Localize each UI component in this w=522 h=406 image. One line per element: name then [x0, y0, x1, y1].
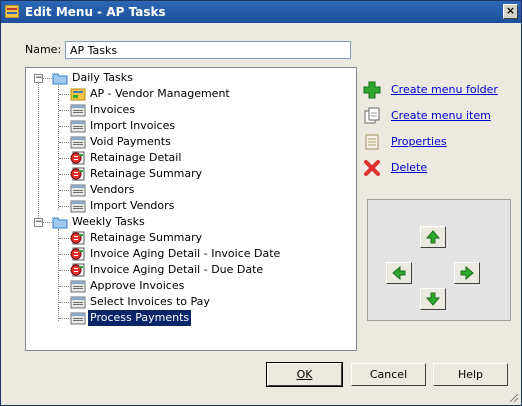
tree-item[interactable]: Vendors	[26, 182, 356, 198]
report-icon	[70, 151, 85, 165]
create-menu-folder-action[interactable]: Create menu folder	[363, 81, 513, 99]
tree-item-label: Invoice Aging Detail - Invoice Date	[90, 247, 281, 260]
tree-item[interactable]: Void Payments	[26, 134, 356, 150]
properties-icon	[365, 134, 379, 150]
report-icon	[70, 247, 85, 261]
name-label: Name:	[25, 43, 62, 56]
tree-item-label: Approve Invoices	[90, 279, 185, 292]
tree-folder-label: Weekly Tasks	[72, 215, 145, 228]
report-icon	[70, 167, 85, 181]
tree-item[interactable]: Invoice Aging Detail - Due Date	[26, 262, 356, 278]
form-icon	[70, 200, 86, 213]
reorder-panel	[367, 199, 511, 321]
edit-menu-dialog: Edit Menu - AP Tasks × Name: − Daily Tas…	[0, 0, 522, 406]
tree-folder-weekly-tasks[interactable]: − Weekly Tasks	[32, 214, 332, 230]
move-up-button[interactable]	[420, 226, 446, 248]
tree-folder-label: Daily Tasks	[72, 71, 133, 84]
move-left-button[interactable]	[386, 262, 412, 284]
form-icon	[70, 104, 86, 117]
cancel-button[interactable]: Cancel	[351, 363, 426, 386]
tree-item-label: Void Payments	[90, 135, 171, 148]
tree-item-label: Invoices	[90, 103, 136, 116]
create-menu-item-action[interactable]: Create menu item	[363, 107, 513, 125]
folder-icon	[52, 217, 68, 229]
tree-item-selected[interactable]: Process Payments	[26, 309, 356, 327]
tree-item[interactable]: Import Invoices	[26, 118, 356, 134]
tree-item-label: Select Invoices to Pay	[90, 295, 210, 308]
tree-item-label: Vendors	[90, 183, 135, 196]
move-down-button[interactable]	[420, 288, 446, 310]
app-menu-icon	[5, 5, 19, 18]
help-label: Help	[457, 368, 484, 381]
tree-item-label: Invoice Aging Detail - Due Date	[90, 263, 264, 276]
report-icon	[70, 263, 85, 277]
properties-link[interactable]: Properties	[391, 135, 447, 148]
tree-item[interactable]: Retainage Detail	[26, 150, 356, 166]
delete-action[interactable]: Delete	[363, 159, 513, 177]
form-icon	[70, 136, 86, 149]
properties-action[interactable]: Properties	[363, 133, 513, 151]
form-icon	[70, 120, 86, 133]
form-icon	[70, 280, 86, 293]
tree-item-label: AP - Vendor Management	[90, 87, 230, 100]
arrow-up-icon	[425, 230, 441, 244]
arrow-right-icon	[460, 265, 474, 281]
arrow-left-icon	[392, 265, 406, 281]
report-icon	[70, 231, 85, 245]
create-menu-item-link[interactable]: Create menu item	[391, 109, 491, 122]
cancel-label: Cancel	[369, 368, 408, 381]
tree-item[interactable]: Invoice Aging Detail - Invoice Date	[26, 246, 356, 262]
name-field[interactable]	[65, 41, 351, 59]
help-button[interactable]: Help	[433, 363, 508, 386]
tree-folder-daily-tasks[interactable]: − Daily Tasks	[32, 70, 332, 86]
title-bar[interactable]: Edit Menu - AP Tasks ×	[1, 1, 521, 23]
tree-item-label: Retainage Detail	[90, 151, 182, 164]
folder-app-icon	[70, 88, 86, 101]
tree-item-label: Process Payments	[86, 309, 193, 327]
tree-item[interactable]: Approve Invoices	[26, 278, 356, 294]
form-icon	[70, 184, 86, 197]
tree-item[interactable]: Invoices	[26, 102, 356, 118]
move-right-button[interactable]	[454, 262, 480, 284]
window-title: Edit Menu - AP Tasks	[25, 5, 166, 19]
create-menu-folder-link[interactable]: Create menu folder	[391, 83, 498, 96]
tree-item-label: Retainage Summary	[90, 167, 203, 180]
collapse-toggle[interactable]: −	[34, 218, 43, 227]
tree-item-label: Import Invoices	[90, 119, 176, 132]
collapse-toggle[interactable]: −	[34, 74, 43, 83]
delete-x-icon	[364, 160, 380, 176]
form-icon	[70, 296, 86, 309]
arrow-down-icon	[425, 292, 441, 306]
folder-icon	[52, 73, 68, 85]
tree-item[interactable]: Import Vendors	[26, 198, 356, 214]
menu-tree[interactable]: − Daily Tasks AP - Vendor Management Inv…	[25, 67, 357, 351]
tree-item-label: Import Vendors	[90, 199, 175, 212]
ok-label: OK	[296, 368, 313, 381]
form-icon	[70, 312, 86, 325]
ok-button[interactable]: OK	[266, 362, 343, 387]
delete-link[interactable]: Delete	[391, 161, 427, 174]
plus-icon	[363, 81, 381, 99]
resize-grip-icon[interactable]	[507, 391, 519, 403]
tree-item[interactable]: AP - Vendor Management	[26, 86, 356, 102]
tree-item[interactable]: Select Invoices to Pay	[26, 294, 356, 310]
close-button[interactable]: ×	[503, 4, 518, 19]
tree-item[interactable]: Retainage Summary	[26, 166, 356, 182]
tree-item-label: Retainage Summary	[90, 231, 203, 244]
tree-item[interactable]: Retainage Summary	[26, 230, 356, 246]
new-document-icon	[364, 107, 380, 124]
